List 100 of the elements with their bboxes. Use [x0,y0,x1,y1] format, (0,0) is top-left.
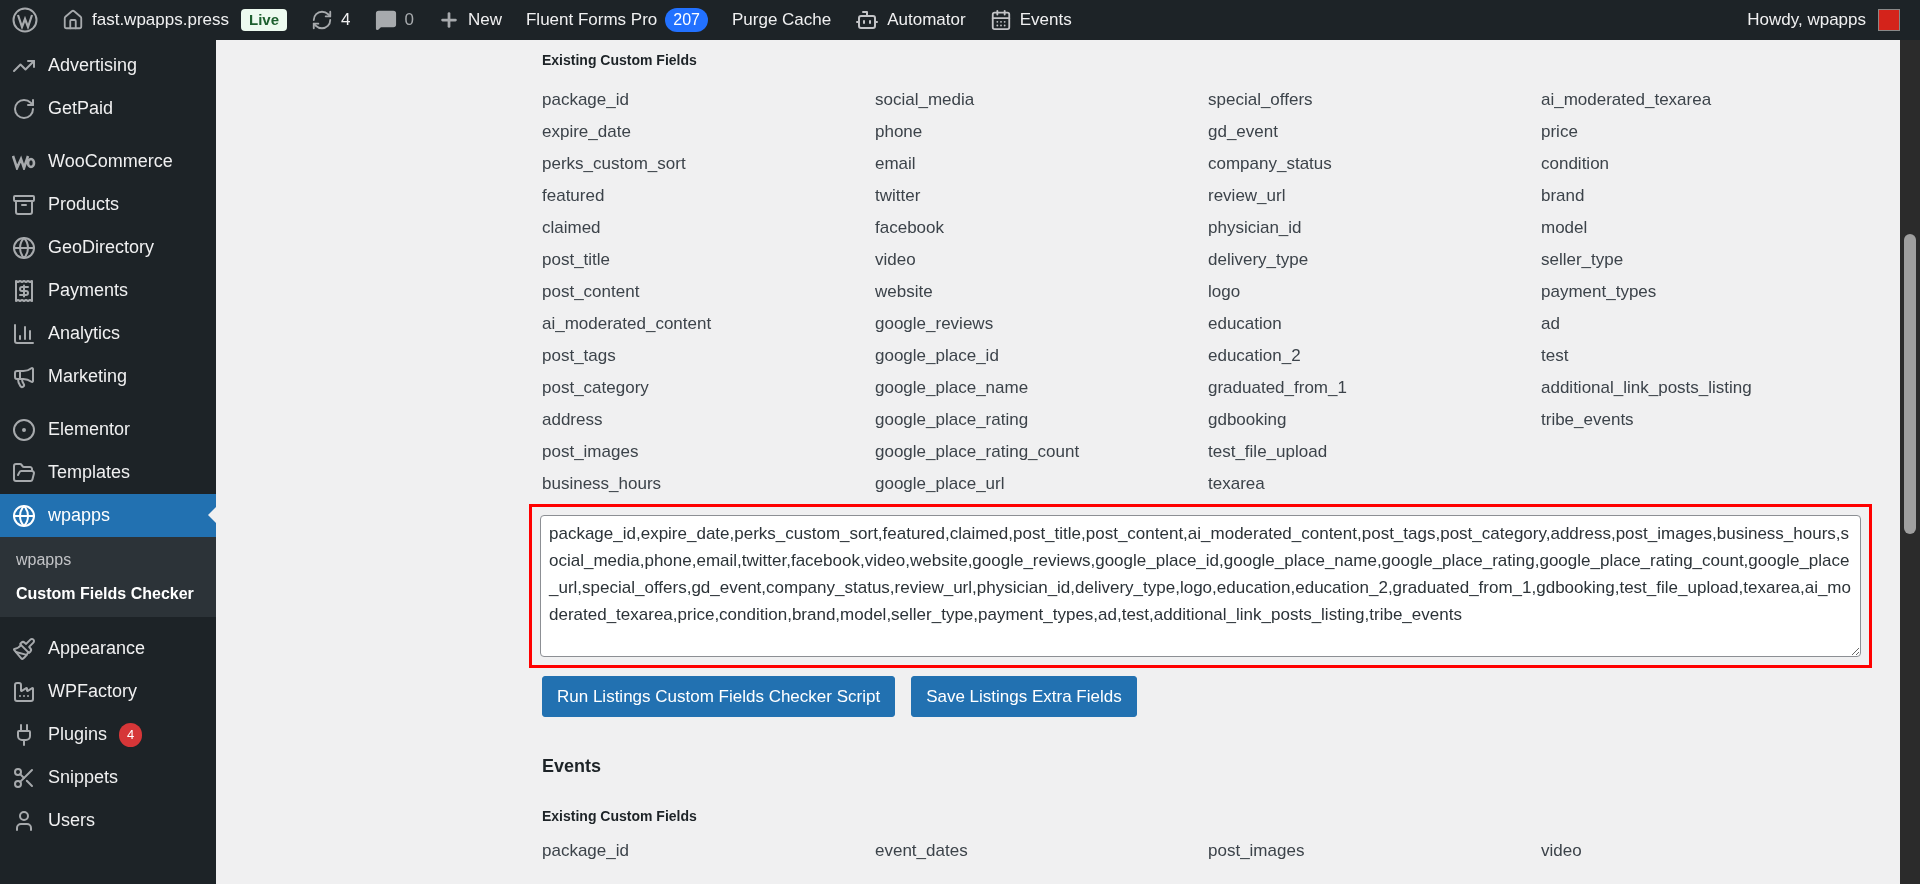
archive-box-icon [12,192,36,217]
megaphone-icon [12,364,36,389]
field-name: website [875,281,933,304]
live-badge: Live [241,8,288,32]
action-button[interactable]: Save Listings Extra Fields [911,676,1137,717]
fluent-forms-link[interactable]: Fluent Forms Pro [526,7,658,33]
scrollbar[interactable] [1900,40,1920,884]
refresh-icon [311,9,334,31]
field-name: twitter [875,185,921,208]
field-name: video [875,249,916,272]
wordpress-logo-icon[interactable] [12,7,38,33]
field-name: package_id [542,89,629,112]
sidebar-item[interactable]: Users [0,799,216,842]
field-name: graduated_from_1 [1208,377,1347,400]
circle-logo-icon [12,417,36,442]
field-name: facebook [875,217,944,240]
field-name: google_place_name [875,377,1029,400]
submenu-item[interactable]: wpapps [0,543,216,577]
field-name: social_media [875,89,975,112]
sidebar-item[interactable]: Appearance [0,627,216,670]
sidebar-item[interactable]: Advertising [0,44,216,87]
field-name: post_category [542,377,649,400]
field-name: ai_moderated_texarea [1541,89,1712,112]
field-name: google_place_rating_count [875,441,1080,464]
field-name: post_images [542,441,639,464]
field-name: delivery_type [1208,249,1309,272]
scissors-icon [12,765,36,790]
field-name: price [1541,121,1578,144]
sidebar-item[interactable]: WPFactory [0,670,216,713]
bar-chart-icon [12,321,36,346]
sidebar-item[interactable]: Products [0,183,216,226]
field-name: featured [542,185,605,208]
new-link[interactable]: New [437,7,502,33]
purge-cache-link[interactable]: Purge Cache [732,7,832,33]
field-name: education_2 [1208,345,1301,368]
section-heading: Existing Custom Fields [542,807,698,826]
automator-link[interactable]: Automator [887,7,966,33]
sidebar-item[interactable]: Payments [0,269,216,312]
field-name: address [542,409,603,432]
field-name: perks_custom_sort [542,153,686,176]
woo-logo-icon [12,153,36,170]
sidebar-item[interactable]: WooCommerce [0,140,216,183]
howdy-link[interactable]: Howdy, wpapps [1747,7,1866,33]
field-name: video [1541,840,1582,863]
robot-icon [855,8,880,32]
calendar-icon [989,9,1012,31]
comments-link[interactable]: 0 [374,7,414,33]
field-name: post_tags [542,345,616,368]
sidebar-item[interactable]: Snippets [0,756,216,799]
paintbrush-icon [12,636,36,661]
field-name: review_url [1208,185,1286,208]
globe-icon [12,235,36,260]
site-link[interactable]: fast.wpapps.press [92,7,229,33]
sidebar-item[interactable]: GeoDirectory [0,226,216,269]
field-name: additional_link_posts_listing [1541,377,1752,400]
field-name: ad [1541,313,1560,336]
factory-icon [12,679,36,704]
field-name: email [875,153,916,176]
field-name: payment_types [1541,281,1657,304]
fields-textarea[interactable]: package_id,expire_date,perks_custom_sort,featured,claimed,post_title,post_content,ai_moderated_content,post_tags,post_category,address,post_images,business_hours,social_media,phone,email,twitter,facebook,video,website,google_reviews,google_place_id,google_place_name,google_place_rating,google_place_rating_count,google_place_url,special_offers,gd_event,company_status,review_url,physician_id,delivery_type,logo,education,education_2,graduated_from_1,gdbooking,test_file_upload,texarea,ai_moderated_texarea,price,condition,brand,model,seller_type,payment_types,ad,test,additional_link_posts_listing,tribe_events [540,515,1861,657]
receipt-icon [12,278,36,303]
submenu-item[interactable]: Custom Fields Checker [0,577,216,611]
action-button[interactable]: Run Listings Custom Fields Checker Script [542,676,896,717]
field-name: phone [875,121,923,144]
field-name: condition [1541,153,1610,176]
field-name: model [1541,217,1588,240]
count-badge: 207 [665,8,708,32]
field-name: test_file_upload [1208,441,1328,464]
comment-icon [374,9,397,31]
field-name: test [1541,345,1569,368]
field-name: business_hours [542,473,662,496]
field-name: google_place_rating [875,409,1029,432]
globe-icon [12,503,36,528]
field-name: package_id [542,840,629,863]
field-name: ai_moderated_content [542,313,712,336]
field-name: company_status [1208,153,1332,176]
field-name: gd_event [1208,121,1278,144]
sidebar-item[interactable]: Analytics [0,312,216,355]
field-name: logo [1208,281,1241,304]
field-name: event_dates [875,840,968,863]
field-name: brand [1541,185,1585,208]
field-name: google_reviews [875,313,994,336]
count-badge: 4 [119,722,143,747]
field-name: tribe_events [1541,409,1634,432]
events-link[interactable]: Events [1019,7,1072,33]
sidebar-item[interactable]: Elementor [0,408,216,451]
field-name: post_images [1208,840,1305,863]
sidebar-item[interactable]: GetPaid [0,87,216,130]
home-icon [62,9,84,31]
field-name: google_place_id [875,345,999,368]
field-name: post_title [542,249,611,272]
updates-link[interactable]: 4 [311,7,351,33]
current-pointer-icon [208,507,216,523]
field-name: special_offers [1208,89,1313,112]
sidebar-item[interactable]: wpapps [0,494,216,537]
refresh-arrow-icon [12,96,36,121]
field-name: gdbooking [1208,409,1287,432]
sidebar-item[interactable]: Marketing [0,355,216,398]
sidebar-item[interactable]: Templates [0,451,216,494]
sidebar-item[interactable]: Plugins 4 [0,713,216,756]
